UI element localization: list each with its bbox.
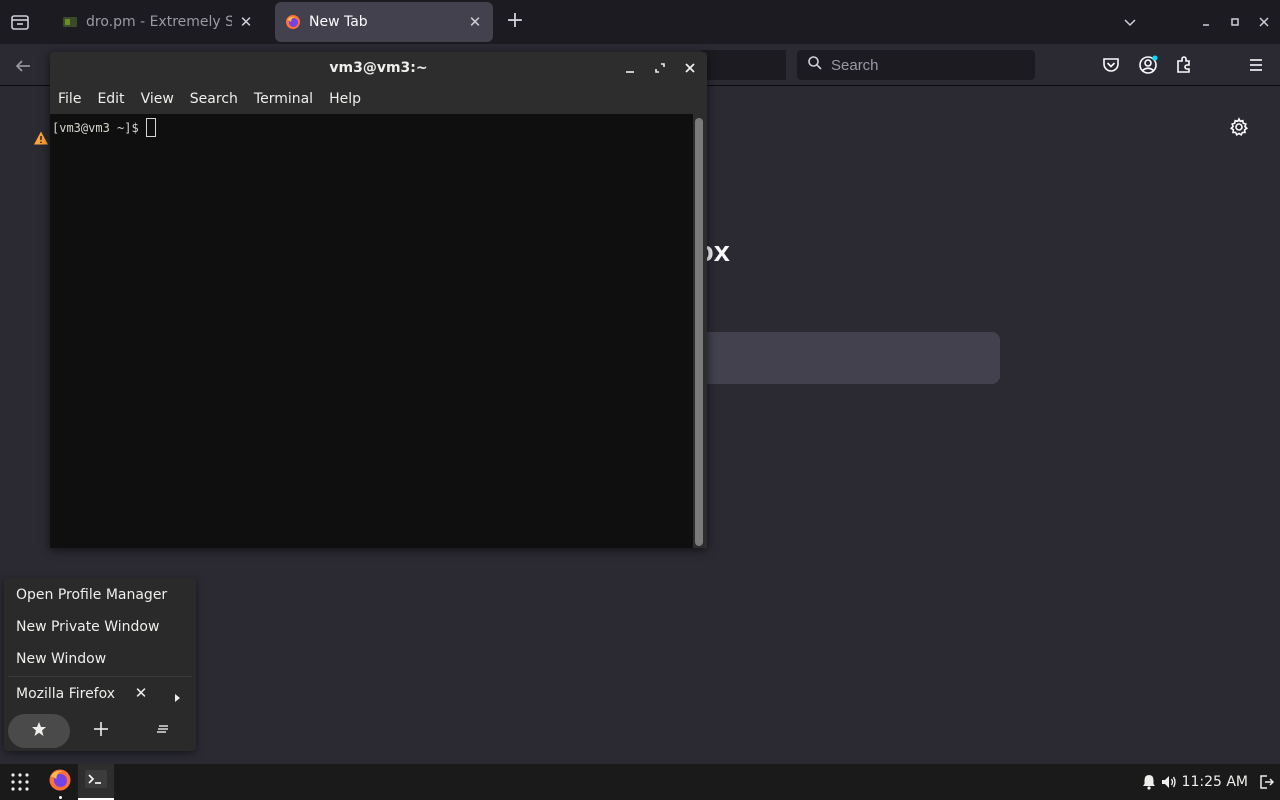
new-tab-plus-icon[interactable]: + (504, 10, 526, 33)
menu-file[interactable]: File (58, 91, 81, 107)
maximize-window-icon[interactable] (1227, 14, 1243, 30)
tab-title: New Tab (309, 14, 368, 30)
tab-dro-pm[interactable]: dro.pm - Extremely Shor ✕ (52, 2, 264, 42)
tab-title: dro.pm - Extremely Shor (86, 14, 232, 30)
app-grid-icon[interactable] (10, 772, 30, 792)
taskbar: 11:25 AM (0, 764, 1280, 800)
search-input[interactable] (831, 56, 1021, 74)
close-app-icon[interactable]: ✕ (134, 686, 148, 701)
firefox-icon (48, 768, 72, 796)
terminal-prompt: [vm3@vm3 ~]$ (52, 120, 139, 135)
new-tab-search-box[interactable] (696, 332, 1000, 384)
terminal-prompt-line: [vm3@vm3 ~]$ (52, 118, 156, 137)
terminal-minimize-icon[interactable] (622, 60, 638, 76)
details-lines-icon (155, 721, 171, 741)
volume-icon[interactable] (1160, 773, 1178, 791)
terminal-scrollbar[interactable] (695, 118, 703, 546)
divider (8, 676, 192, 677)
firefox-jump-list: Open Profile Manager New Private Window … (4, 578, 196, 751)
terminal-output-area[interactable]: [vm3@vm3 ~]$ (50, 114, 693, 548)
terminal-menu-bar: File Edit View Search Terminal Help (50, 84, 377, 114)
open-profile-manager-item[interactable]: Open Profile Manager (16, 587, 167, 603)
plus-icon (93, 721, 109, 741)
search-bar[interactable] (797, 50, 1035, 80)
terminal-maximize-icon[interactable] (652, 60, 668, 76)
notification-bell-icon[interactable] (1140, 773, 1158, 791)
dro-pm-favicon-icon (62, 14, 78, 30)
menu-edit[interactable]: Edit (97, 91, 124, 107)
back-arrow-icon[interactable] (12, 55, 34, 77)
tab-new-tab[interactable]: New Tab ✕ (275, 2, 493, 42)
menu-view[interactable]: View (141, 91, 174, 107)
add-button[interactable] (70, 714, 132, 748)
url-bar[interactable] (700, 50, 786, 80)
account-icon[interactable] (1137, 54, 1159, 76)
running-indicator (59, 796, 62, 799)
firefox-favicon-icon (285, 14, 301, 30)
taskbar-firefox[interactable] (42, 764, 78, 800)
app-details-button[interactable] (132, 714, 194, 748)
menu-search[interactable]: Search (190, 91, 238, 107)
terminal-close-icon[interactable] (682, 60, 698, 76)
close-window-icon[interactable] (1256, 14, 1272, 30)
minimize-window-icon[interactable] (1198, 14, 1214, 30)
tab-list-icon[interactable] (8, 10, 32, 34)
extensions-puzzle-icon[interactable] (1173, 54, 1195, 76)
close-tab-icon[interactable]: ✕ (238, 14, 254, 30)
submenu-arrow-icon[interactable] (172, 688, 182, 702)
menu-terminal[interactable]: Terminal (254, 91, 313, 107)
favorite-star-button[interactable] (8, 714, 70, 748)
text-cursor (145, 118, 156, 137)
terminal-window: vm3@vm3:~ File Edit View Search Terminal… (50, 52, 707, 548)
terminal-title: vm3@vm3:~ (329, 60, 428, 76)
pocket-icon[interactable] (1100, 54, 1122, 76)
star-icon (31, 721, 47, 741)
hamburger-menu-icon[interactable] (1245, 54, 1267, 76)
warning-icon[interactable] (33, 130, 49, 146)
list-all-tabs-chevron-icon[interactable] (1122, 14, 1138, 30)
logout-icon[interactable] (1258, 773, 1275, 791)
search-icon (807, 55, 823, 75)
clock[interactable]: 11:25 AM (1182, 774, 1248, 790)
menu-help[interactable]: Help (329, 91, 361, 107)
taskbar-terminal[interactable] (78, 764, 114, 800)
close-tab-icon[interactable]: ✕ (467, 14, 483, 30)
browser-tab-strip: dro.pm - Extremely Shor ✕ New Tab ✕ + (0, 0, 1280, 44)
new-private-window-item[interactable]: New Private Window (16, 619, 159, 635)
new-window-item[interactable]: New Window (16, 651, 106, 667)
app-name-item[interactable]: Mozilla Firefox (16, 686, 115, 702)
settings-gear-icon[interactable] (1229, 117, 1249, 137)
terminal-icon (85, 770, 107, 792)
system-tray: 11:25 AM (1140, 764, 1280, 800)
